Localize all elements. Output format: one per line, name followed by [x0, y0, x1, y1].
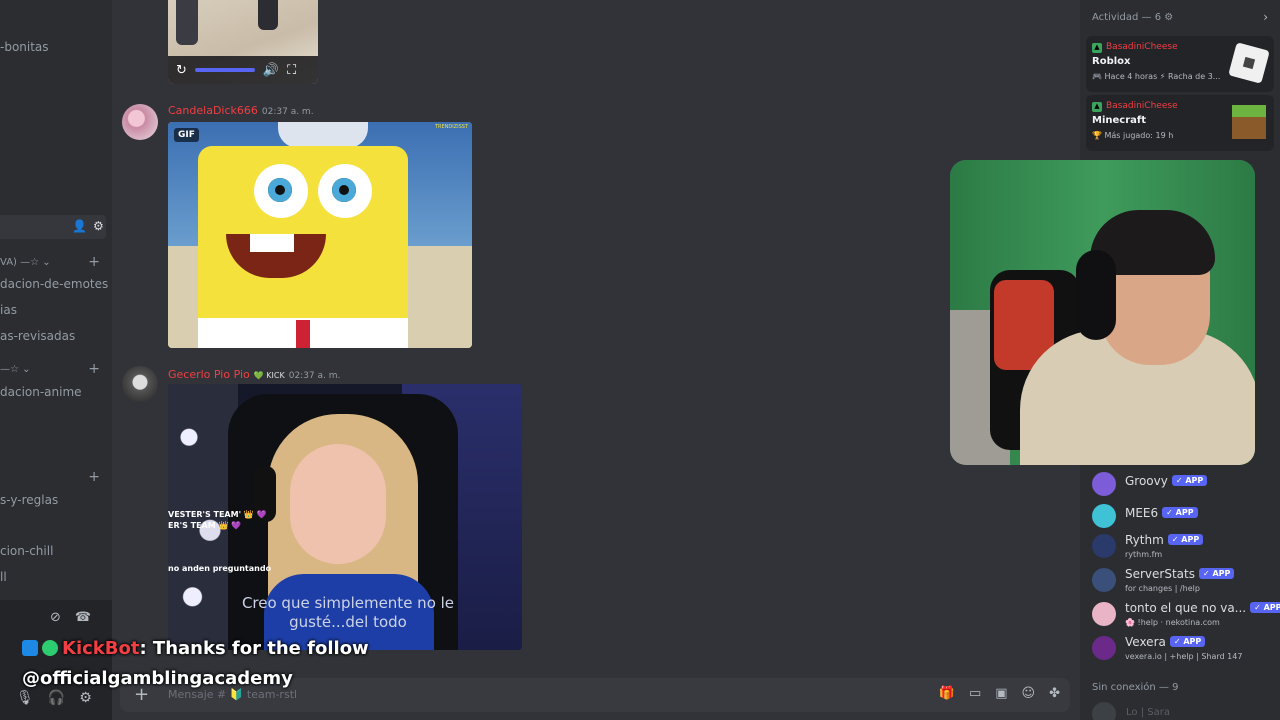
channel-sidebar: 👤 ⚙ -bonitas VA) —☆ ⌄ + dacion-de-emotes… [0, 0, 112, 720]
app-badge: ✓ APP [1162, 507, 1198, 518]
replay-icon[interactable]: ↻ [176, 63, 187, 78]
input-actions: 🎁 ▭ ▣ ☺ ✤ [939, 686, 1060, 701]
gif-attachment[interactable]: GIF TRENDIZISST [168, 122, 472, 348]
activity-card[interactable]: ▲ BasadiniCheese Roblox 🎮 Hace 4 horas ⚡ … [1086, 36, 1274, 92]
channel-item[interactable]: as-revisadas [0, 329, 75, 343]
channel-item[interactable]: dacion-anime [0, 385, 82, 399]
gif-icon[interactable]: ▭ [969, 686, 981, 701]
offline-member-name[interactable]: Lo | Sara [1126, 707, 1170, 718]
app-badge: ✓ APP [1250, 602, 1280, 613]
member-item[interactable]: tonto el que no va... ✓ APP 🌸 !help · nek… [1092, 600, 1280, 630]
volume-bar[interactable] [194, 68, 255, 72]
category-header[interactable]: —☆ ⌄ [0, 364, 31, 375]
message-header: Gecerlo Pio Pio 💚 KICK 02:37 a. m. [168, 368, 340, 381]
volume-icon[interactable]: 🔊 [263, 63, 279, 78]
channel-item[interactable]: ll [0, 570, 7, 584]
category-header[interactable]: VA) —☆ ⌄ [0, 257, 51, 268]
activity-meta: 🎮 Hace 4 horas ⚡ Racha de 3... [1092, 72, 1221, 81]
offline-header: Sin conexión — 9 [1092, 682, 1179, 693]
member-item[interactable]: Rythm ✓ APP rythm.fm [1092, 532, 1278, 562]
avatar [1092, 504, 1116, 528]
gif-badge: GIF [174, 128, 199, 142]
avatar [1092, 472, 1116, 496]
kick-badge: 💚 KICK [253, 371, 285, 380]
activity-card[interactable]: ▲ BasadiniCheese Minecraft 🏆 Más jugado: … [1086, 95, 1274, 151]
avatar [1092, 534, 1116, 558]
video-controls: ↻ 🔊 ⛶ [168, 56, 318, 84]
chevron-right-icon[interactable]: › [1263, 10, 1268, 24]
add-channel-icon[interactable]: + [88, 361, 100, 377]
activity-user: BasadiniCheese [1106, 42, 1178, 52]
gift-icon[interactable]: 🎁 [939, 686, 955, 701]
message-header: CandelaDick666 02:37 a. m. [168, 104, 314, 117]
avatar[interactable] [122, 366, 158, 402]
activity-game: Roblox [1092, 56, 1131, 67]
channel-item[interactable]: s-y-reglas [0, 493, 58, 507]
activity-header: Actividad — 6 ⚙ [1092, 12, 1174, 23]
add-member-icon[interactable]: 👤 [72, 219, 87, 233]
member-item[interactable]: Groovy ✓ APP [1092, 470, 1278, 500]
apps-icon[interactable]: ✤ [1049, 686, 1060, 701]
voice-controls: ⊘ ☎ [50, 610, 91, 625]
video-overlay-text: ER'S TEAM 👑 💜 [168, 521, 242, 530]
activity-meta: 🏆 Más jugado: 19 h [1092, 131, 1174, 140]
screen-share-off-icon[interactable]: ⊘ [50, 610, 61, 625]
app-badge: ✓ APP [1169, 636, 1206, 647]
app-badge: ✓ APP [1171, 475, 1208, 486]
sticker-icon[interactable]: ▣ [995, 686, 1007, 701]
video-overlay-text: VESTER'S TEAM' 👑 💜 [168, 510, 267, 519]
member-item[interactable]: MEE6 ✓ APP [1092, 502, 1278, 532]
emoji-icon[interactable]: ☺ [1022, 686, 1036, 701]
minecraft-icon [1232, 105, 1266, 139]
video-overlay-text: no anden preguntando [168, 564, 272, 573]
app-badge: ✓ APP [1167, 534, 1204, 545]
verified-icon [42, 640, 58, 656]
video-attachment[interactable]: ↻ 🔊 ⛶ [168, 0, 318, 84]
disconnect-icon[interactable]: ☎ [75, 610, 91, 625]
add-channel-icon[interactable]: + [88, 469, 100, 485]
username[interactable]: CandelaDick666 [168, 104, 258, 117]
member-item[interactable]: Vexera ✓ APP vexera.io | +help | Shard 14… [1092, 634, 1278, 664]
category-actions: 👤 ⚙ [72, 219, 104, 233]
overlay-message: KickBot: Thanks for the follow [22, 638, 369, 659]
chat-area: ↻ 🔊 ⛶ CandelaDick666 02:37 a. m. GIF TRE… [112, 0, 1080, 720]
gear-icon[interactable]: ⚙ [93, 219, 104, 233]
timestamp: 02:37 a. m. [261, 107, 314, 117]
channel-item[interactable]: dacion-de-emotes [0, 277, 108, 291]
gif-watermark: TRENDIZISST [434, 124, 468, 130]
fullscreen-icon[interactable]: ⛶ [287, 63, 296, 78]
video-subtitle: Creo que simplemente no le gusté...del t… [241, 594, 455, 631]
username[interactable]: Gecerlo Pio Pio [168, 368, 250, 381]
channel-item[interactable]: cion-chill [0, 544, 53, 558]
add-channel-icon[interactable]: + [88, 254, 100, 270]
avatar [1092, 636, 1116, 660]
webcam-overlay [950, 160, 1255, 465]
overlay-follower: @officialgamblingacademy [22, 668, 293, 689]
stream-chat-overlay: KickBot: Thanks for the follow @official… [0, 634, 600, 694]
timestamp: 02:37 a. m. [288, 371, 341, 381]
member-item[interactable]: ServerStats ✓ APP for changes | /help [1092, 566, 1278, 596]
avatar [1092, 602, 1116, 626]
kick-icon [22, 640, 38, 656]
app-badge: ✓ APP [1198, 568, 1235, 579]
video-attachment[interactable]: VESTER'S TEAM' 👑 💜 ER'S TEAM 👑 💜 no ande… [168, 384, 522, 650]
roblox-icon [1228, 42, 1270, 84]
channel-item[interactable]: -bonitas [0, 40, 49, 54]
activity-game: Minecraft [1092, 115, 1147, 126]
channel-item[interactable]: ias [0, 303, 17, 317]
activity-user: BasadiniCheese [1106, 101, 1178, 111]
bot-name: KickBot [62, 638, 140, 659]
avatar [1092, 568, 1116, 592]
avatar[interactable] [122, 104, 158, 140]
avatar[interactable] [1092, 702, 1116, 720]
discord-window: 👤 ⚙ -bonitas VA) —☆ ⌄ + dacion-de-emotes… [0, 0, 1280, 720]
